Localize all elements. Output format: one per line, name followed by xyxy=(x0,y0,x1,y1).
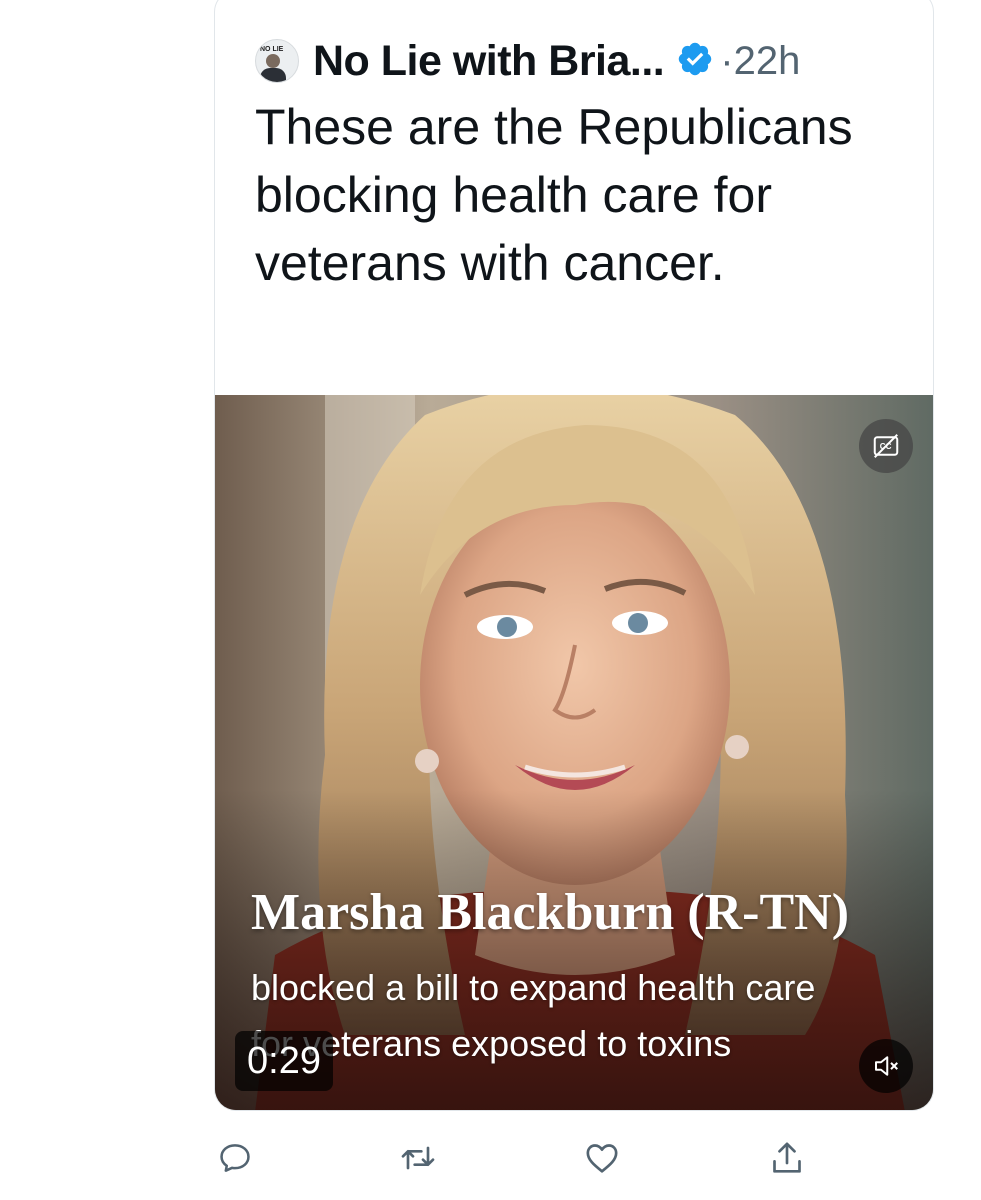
reply-button[interactable] xyxy=(213,1136,257,1180)
tweet-timestamp[interactable]: ·22h xyxy=(720,39,800,84)
like-button[interactable] xyxy=(580,1136,624,1180)
share-button[interactable] xyxy=(765,1136,809,1180)
share-icon xyxy=(773,1142,801,1173)
time-value: 22h xyxy=(733,38,801,83)
video-caption-name: Marsha Blackburn (R-TN) xyxy=(251,884,850,941)
volume-muted-icon xyxy=(875,1056,898,1076)
avatar-label: NO LIE xyxy=(260,46,284,53)
avatar-body xyxy=(260,68,286,82)
heart-icon xyxy=(586,1144,618,1173)
reply-icon xyxy=(220,1144,250,1172)
verified-badge-icon xyxy=(664,40,714,83)
mute-button[interactable] xyxy=(859,1039,913,1093)
time-separator: · xyxy=(720,38,734,83)
tweet-actions xyxy=(0,1134,981,1184)
tweet-card[interactable]: NO LIE No Lie with Bria... ·22h These ar… xyxy=(214,0,934,1111)
author-name[interactable]: No Lie with Bria... xyxy=(313,37,665,86)
avatar[interactable]: NO LIE xyxy=(255,39,299,83)
retweet-icon xyxy=(401,1146,435,1170)
retweet-button[interactable] xyxy=(396,1136,440,1180)
avatar-head xyxy=(266,54,280,68)
closed-captions-off-icon: CC xyxy=(873,434,899,458)
captions-button[interactable]: CC xyxy=(859,419,913,473)
tweet-text: These are the Republicans blocking healt… xyxy=(255,99,853,291)
video-duration: 0:29 xyxy=(235,1031,333,1091)
tweet-header: NO LIE No Lie with Bria... ·22h xyxy=(255,33,800,89)
video-caption-line-1: blocked a bill to expand health care xyxy=(251,967,816,1008)
video-player[interactable]: CC Marsha Blackburn (R-TN) blocked a bil… xyxy=(215,395,933,1110)
